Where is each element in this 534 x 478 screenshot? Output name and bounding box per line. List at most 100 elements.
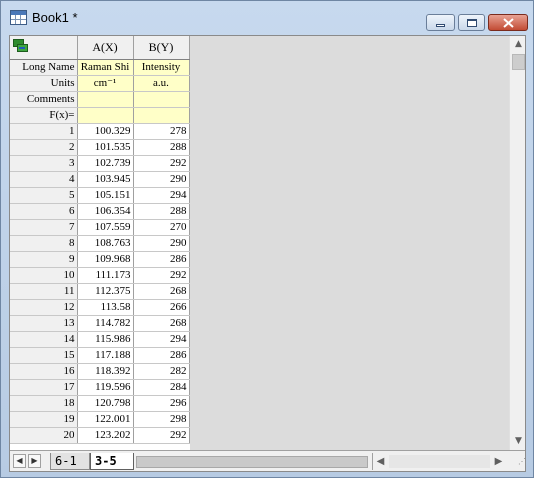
column-header-b[interactable]: B(Y) <box>133 36 190 60</box>
scroll-left-icon[interactable]: ◀ <box>373 453 388 470</box>
cell-y[interactable]: 286 <box>133 251 190 268</box>
cell-y[interactable]: 288 <box>133 139 190 156</box>
cell-x[interactable]: 107.559 <box>77 219 134 236</box>
maximize-button[interactable] <box>458 14 485 31</box>
cell-y[interactable]: 266 <box>133 299 190 316</box>
cell-y[interactable]: 268 <box>133 315 190 332</box>
row-number[interactable]: 11 <box>10 283 78 300</box>
row-number[interactable]: 2 <box>10 139 78 156</box>
cell-y[interactable]: 292 <box>133 427 190 444</box>
meta-cell-a[interactable]: Raman Shi <box>77 59 134 76</box>
cell-x[interactable]: 101.535 <box>77 139 134 156</box>
worksheet-table: A(X) B(Y) Long Name Raman Shi Intensity Uni… <box>10 36 190 444</box>
scroll-down-icon[interactable]: ▼ <box>510 433 525 450</box>
cell-x[interactable]: 111.173 <box>77 267 134 284</box>
column-header-a[interactable]: A(X) <box>77 36 134 60</box>
row-number[interactable]: 20 <box>10 427 78 444</box>
row-number[interactable]: 19 <box>10 411 78 428</box>
row-number[interactable]: 10 <box>10 267 78 284</box>
meta-cell-a[interactable] <box>77 91 134 108</box>
cell-y[interactable]: 296 <box>133 395 190 412</box>
title-bar[interactable]: Book1 * <box>1 1 533 33</box>
row-number[interactable]: 15 <box>10 347 78 364</box>
cell-x[interactable]: 118.392 <box>77 363 134 380</box>
cell-y[interactable]: 284 <box>133 379 190 396</box>
cell-x[interactable]: 115.986 <box>77 331 134 348</box>
cell-y[interactable]: 292 <box>133 267 190 284</box>
row-number[interactable]: 7 <box>10 219 78 236</box>
cell-x[interactable]: 114.782 <box>77 315 134 332</box>
table-row: 10 111.173 292 <box>10 267 190 284</box>
cell-x[interactable]: 102.739 <box>77 155 134 172</box>
row-number[interactable]: 16 <box>10 363 78 380</box>
cell-y[interactable]: 278 <box>133 123 190 140</box>
cell-y[interactable]: 292 <box>133 155 190 172</box>
row-number[interactable]: 14 <box>10 331 78 348</box>
horizontal-scroll-track[interactable] <box>389 455 490 468</box>
cell-x[interactable]: 103.945 <box>77 171 134 188</box>
row-number[interactable]: 13 <box>10 315 78 332</box>
row-number[interactable]: 6 <box>10 203 78 220</box>
meta-row-label[interactable]: F(x)= <box>10 107 78 124</box>
cell-y[interactable]: 268 <box>133 283 190 300</box>
row-number[interactable]: 9 <box>10 251 78 268</box>
cell-x[interactable]: 100.329 <box>77 123 134 140</box>
vertical-scrollbar[interactable]: ▲ ▼ <box>509 36 525 450</box>
cell-y[interactable]: 290 <box>133 171 190 188</box>
corner-cell[interactable] <box>10 36 78 60</box>
meta-cell-b[interactable]: a.u. <box>133 75 190 92</box>
worksheet-grid[interactable]: A(X) B(Y) Long Name Raman Shi Intensity Uni… <box>10 36 509 450</box>
row-number[interactable]: 1 <box>10 123 78 140</box>
cell-x[interactable]: 122.001 <box>77 411 134 428</box>
cell-x[interactable]: 117.188 <box>77 347 134 364</box>
cell-x[interactable]: 112.375 <box>77 283 134 300</box>
cell-x[interactable]: 120.798 <box>77 395 134 412</box>
cell-x[interactable]: 105.151 <box>77 187 134 204</box>
row-number[interactable]: 5 <box>10 187 78 204</box>
row-number[interactable]: 12 <box>10 299 78 316</box>
empty-sheet-area[interactable] <box>190 36 509 450</box>
meta-cell-b[interactable] <box>133 107 190 124</box>
cell-y[interactable]: 298 <box>133 411 190 428</box>
table-row: 20 123.202 292 <box>10 427 190 444</box>
cell-x[interactable]: 106.354 <box>77 203 134 220</box>
horizontal-scrollbar[interactable]: ◀ ▶ <box>372 453 506 470</box>
meta-cell-a[interactable]: cm⁻¹ <box>77 75 134 92</box>
scroll-right-icon[interactable]: ▶ <box>491 453 506 470</box>
table-row: 13 114.782 268 <box>10 315 190 332</box>
cell-y[interactable]: 286 <box>133 347 190 364</box>
meta-cell-b[interactable]: Intensity <box>133 59 190 76</box>
cell-x[interactable]: 113.58 <box>77 299 134 316</box>
close-button[interactable] <box>488 14 528 31</box>
row-number[interactable]: 4 <box>10 171 78 188</box>
row-number[interactable]: 8 <box>10 235 78 252</box>
sheet-tab-6-1[interactable]: 6-1 <box>50 453 90 470</box>
scroll-up-icon[interactable]: ▲ <box>510 36 525 53</box>
cell-x[interactable]: 109.968 <box>77 251 134 268</box>
cell-x[interactable]: 108.763 <box>77 235 134 252</box>
minimize-button[interactable] <box>426 14 455 31</box>
vertical-scroll-thumb[interactable] <box>512 54 525 70</box>
cell-y[interactable]: 290 <box>133 235 190 252</box>
row-number[interactable]: 17 <box>10 379 78 396</box>
meta-cell-a[interactable] <box>77 107 134 124</box>
cell-y[interactable]: 294 <box>133 331 190 348</box>
row-number[interactable]: 18 <box>10 395 78 412</box>
tab-prev-icon[interactable]: ◀ <box>13 454 26 468</box>
cell-x[interactable]: 123.202 <box>77 427 134 444</box>
meta-row-label[interactable]: Comments <box>10 91 78 108</box>
cell-y[interactable]: 294 <box>133 187 190 204</box>
sheet-tab-3-5[interactable]: 3-5 <box>90 453 134 470</box>
cell-y[interactable]: 282 <box>133 363 190 380</box>
resize-grip-icon[interactable]: ⋰ <box>509 453 525 470</box>
cell-y[interactable]: 288 <box>133 203 190 220</box>
meta-row-label[interactable]: Units <box>10 75 78 92</box>
meta-row-label[interactable]: Long Name <box>10 59 78 76</box>
tab-next-icon[interactable]: ▶ <box>28 454 41 468</box>
meta-cell-b[interactable] <box>133 91 190 108</box>
table-row: 7 107.559 270 <box>10 219 190 236</box>
row-number[interactable]: 3 <box>10 155 78 172</box>
column-header-row: A(X) B(Y) <box>10 36 190 60</box>
cell-y[interactable]: 270 <box>133 219 190 236</box>
cell-x[interactable]: 119.596 <box>77 379 134 396</box>
